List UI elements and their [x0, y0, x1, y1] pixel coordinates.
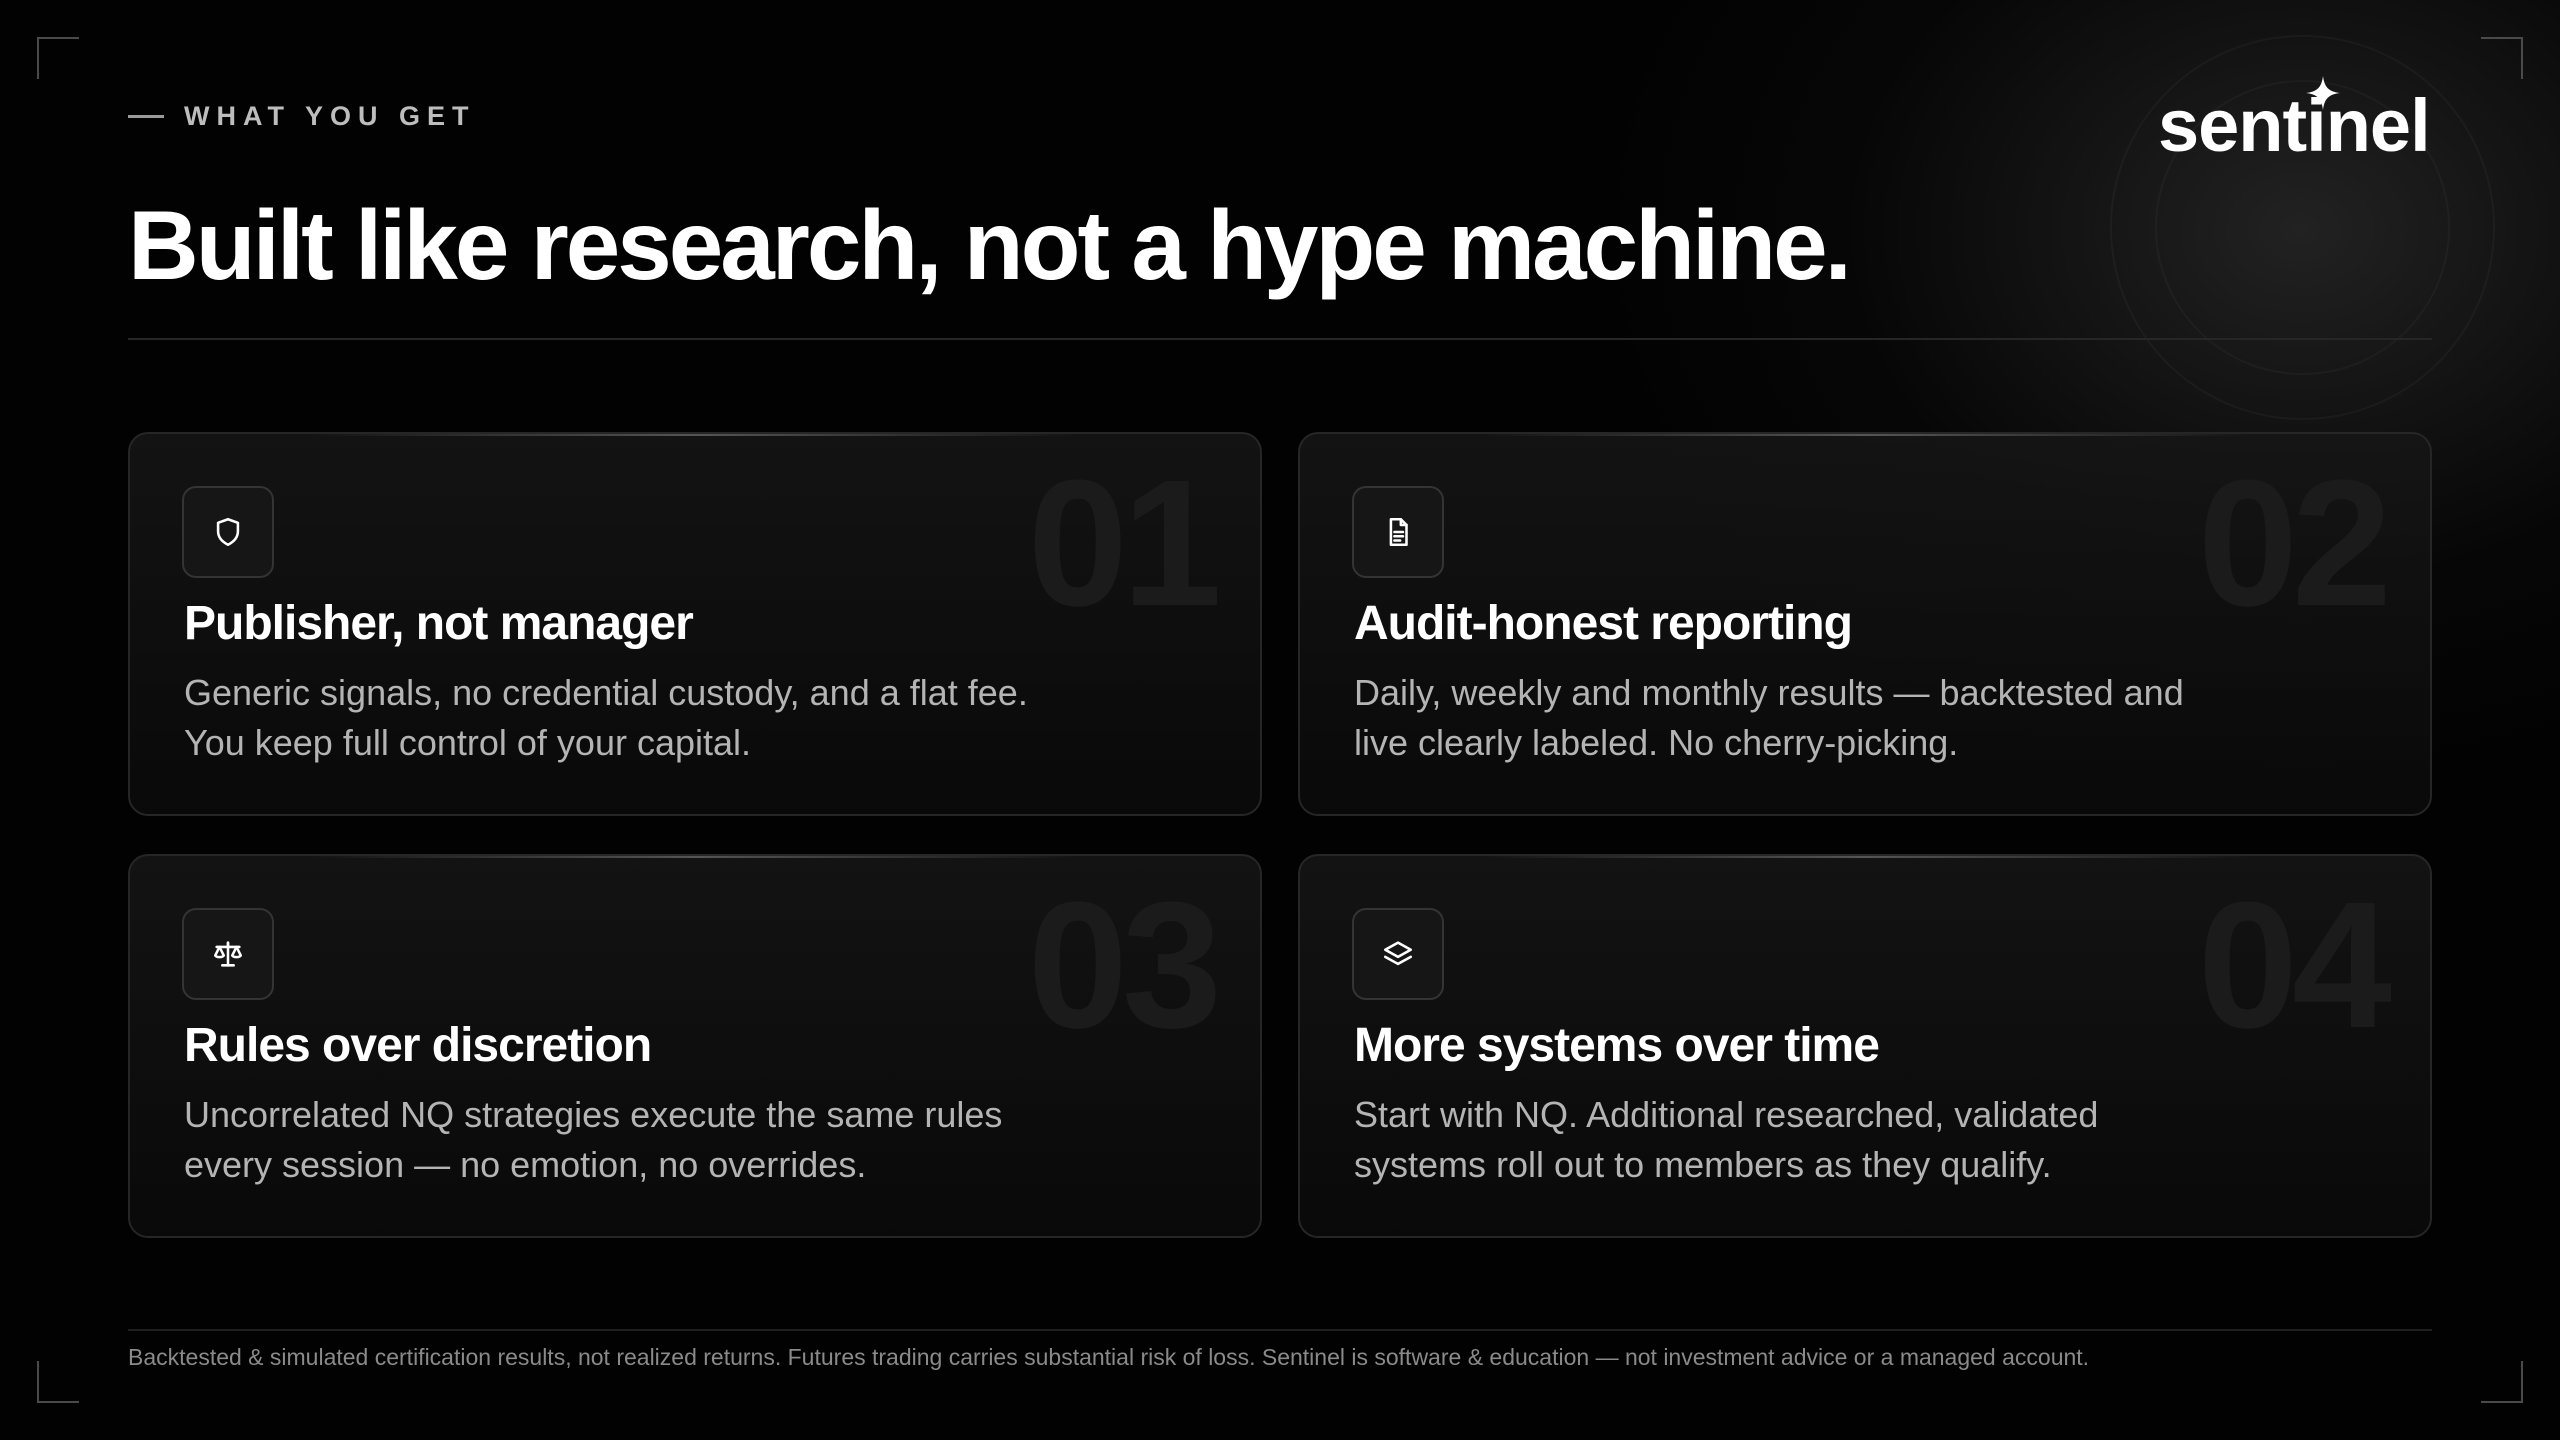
- sparkle-icon: [2306, 76, 2340, 110]
- card-description: Generic signals, no credential custody, …: [184, 672, 1028, 763]
- card-number: 01: [1027, 443, 1222, 644]
- card-icon-box: [1352, 908, 1444, 1000]
- card-number: 03: [1027, 865, 1222, 1066]
- scale-icon: [213, 941, 243, 967]
- card-title: Rules over discretion: [184, 1019, 652, 1072]
- document-icon: [1389, 517, 1408, 547]
- eyebrow: WHAT YOU GET: [128, 100, 476, 132]
- layers-icon: [1383, 941, 1413, 966]
- eyebrow-label: WHAT YOU GET: [184, 100, 476, 131]
- card-description: Uncorrelated NQ strategies execute the s…: [184, 1094, 1003, 1185]
- feature-card-rules: 03 Rules over discretion Uncorrelated NQ…: [128, 854, 1262, 1238]
- header-divider: [128, 338, 2432, 340]
- card-title: Publisher, not manager: [184, 597, 694, 650]
- corner-mark-bottom-left: [37, 1361, 79, 1403]
- brand-logo-text: sentinel: [2158, 83, 2431, 167]
- card-description: Start with NQ. Additional researched, va…: [1354, 1094, 2099, 1185]
- footer-disclaimer: Backtested & simulated certification res…: [128, 1344, 2090, 1370]
- card-icon-box: [182, 908, 274, 1000]
- card-description: Daily, weekly and monthly results — back…: [1354, 672, 2184, 763]
- eyebrow-dash: [128, 114, 164, 118]
- brand-logo: sentinel: [2158, 76, 2431, 170]
- corner-mark-top-right: [2481, 37, 2523, 79]
- card-icon-box: [1352, 486, 1444, 578]
- page-title: Built like research, not a hype machine.: [128, 190, 1852, 300]
- footer-divider: [128, 1329, 2432, 1331]
- corner-mark-top-left: [37, 37, 79, 79]
- feature-card-systems: 04 More systems over time Start with NQ.…: [1298, 854, 2432, 1238]
- feature-card-reporting: 02 Audit-honest reporting Daily, weekly …: [1298, 432, 2432, 816]
- card-title: More systems over time: [1354, 1019, 1880, 1072]
- card-icon-box: [182, 486, 274, 578]
- card-number: 04: [2197, 865, 2392, 1066]
- card-number: 02: [2197, 443, 2392, 644]
- card-title: Audit-honest reporting: [1354, 597, 1853, 650]
- feature-card-publisher: 01 Publisher, not manager Generic signal…: [128, 432, 1262, 816]
- corner-mark-bottom-right: [2481, 1361, 2523, 1403]
- shield-icon: [216, 517, 240, 547]
